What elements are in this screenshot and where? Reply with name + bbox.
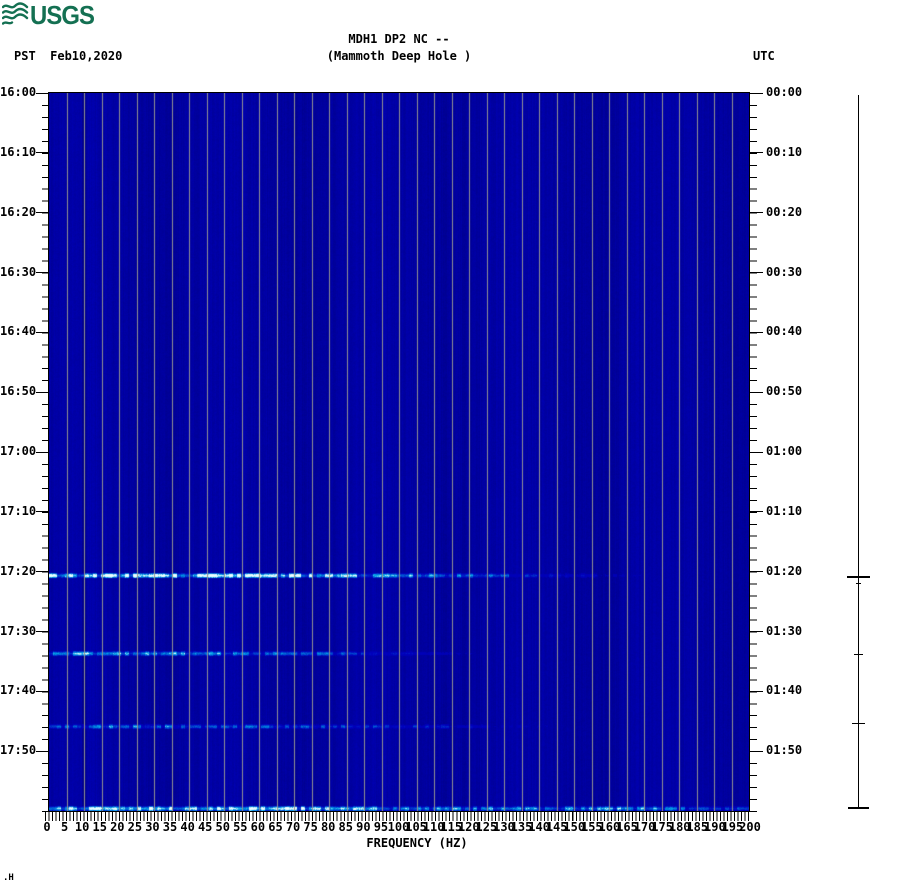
left-axis-label: 17:00	[0, 444, 37, 458]
left-axis-minor-ticks	[42, 93, 49, 812]
left-axis-major-tick	[36, 511, 49, 513]
right-axis-label: 01:50	[766, 743, 803, 758]
utc-label: UTC	[753, 49, 775, 63]
station-subtitle: (Mammoth Deep Hole )	[326, 49, 472, 63]
scalebar-tick	[854, 654, 863, 656]
right-axis-label: 00:10	[766, 144, 803, 159]
right-axis-major-tick	[749, 750, 763, 752]
right-axis-label: 01:40	[766, 683, 803, 698]
left-axis-label: 17:10	[0, 503, 37, 518]
left-axis-major-tick	[36, 152, 49, 154]
scalebar-tick	[847, 576, 870, 578]
right-axis-major-tick	[749, 631, 763, 632]
usgs-logo: USGS	[1, 0, 97, 31]
usgs-logo-graphic: USGS	[1, 0, 96, 30]
left-axis-label: 17:20	[0, 563, 37, 578]
left-axis-label: 16:20	[0, 204, 37, 219]
right-axis-label: 01:30	[766, 623, 803, 638]
right-axis-major-tick	[749, 212, 763, 214]
right-axis-major-tick	[749, 391, 763, 393]
left-axis-label: 17:30	[0, 623, 37, 638]
left-axis-major-tick	[36, 571, 49, 573]
right-axis-label: 01:00	[766, 444, 803, 458]
left-axis-major-tick	[36, 92, 49, 94]
usgs-logo-text: USGS	[30, 1, 95, 27]
right-axis-major-tick	[749, 690, 763, 692]
right-axis-label: 00:40	[766, 324, 803, 339]
right-axis-major-tick	[749, 571, 763, 573]
right-axis-label: 00:50	[766, 384, 803, 399]
right-axis-label: 00:30	[766, 264, 803, 279]
left-axis-major-tick	[36, 631, 49, 632]
left-axis-label: 16:40	[0, 324, 37, 339]
spectrogram-canvas	[49, 93, 749, 811]
pst-date-label: PST Feb10,2020	[14, 49, 123, 63]
right-axis-major-tick	[749, 92, 763, 94]
right-axis-label: 00:20	[766, 204, 803, 219]
right-axis-label: 00:00	[766, 85, 803, 99]
spectrogram-page: USGS PST Feb10,2020 MDH1 DP2 NC -- (Mamm…	[0, 0, 902, 892]
left-axis-major-tick	[36, 391, 49, 393]
right-axis-major-tick	[749, 511, 763, 513]
left-axis-label: 16:30	[0, 264, 37, 279]
right-axis-major-tick	[749, 152, 763, 154]
right-axis-label: 01:10	[766, 503, 803, 518]
left-axis-label: 16:10	[0, 144, 37, 159]
left-axis-label: 17:40	[0, 683, 37, 698]
scalebar-tick	[856, 582, 861, 584]
left-axis-major-tick	[36, 212, 49, 214]
right-axis-label: 01:20	[766, 563, 803, 578]
right-axis-major-tick	[749, 451, 763, 453]
usgs-wave-icon	[1, 2, 29, 25]
station-title: MDH1 DP2 NC --	[348, 32, 450, 46]
left-axis-label: 16:00	[0, 85, 37, 99]
left-axis-label: 16:50	[0, 384, 37, 399]
left-axis-major-tick	[36, 451, 49, 453]
spectrogram-plot-frame	[48, 92, 750, 812]
left-axis-major-tick	[36, 750, 49, 752]
x-axis-label: 200	[739, 820, 761, 834]
right-axis-minor-ticks	[750, 93, 757, 812]
left-axis-major-tick	[36, 331, 49, 333]
right-axis-major-tick	[749, 331, 763, 333]
corner-watermark: .H	[3, 873, 14, 883]
amplitude-scale-bar	[858, 95, 859, 809]
right-axis-major-tick	[749, 272, 763, 273]
x-axis-title: FREQUENCY (HZ)	[366, 836, 468, 850]
left-axis-label: 17:50	[0, 743, 37, 758]
left-axis-major-tick	[36, 690, 49, 692]
scalebar-tick	[852, 723, 865, 725]
left-axis-major-tick	[36, 272, 49, 273]
scalebar-tick	[848, 806, 869, 809]
